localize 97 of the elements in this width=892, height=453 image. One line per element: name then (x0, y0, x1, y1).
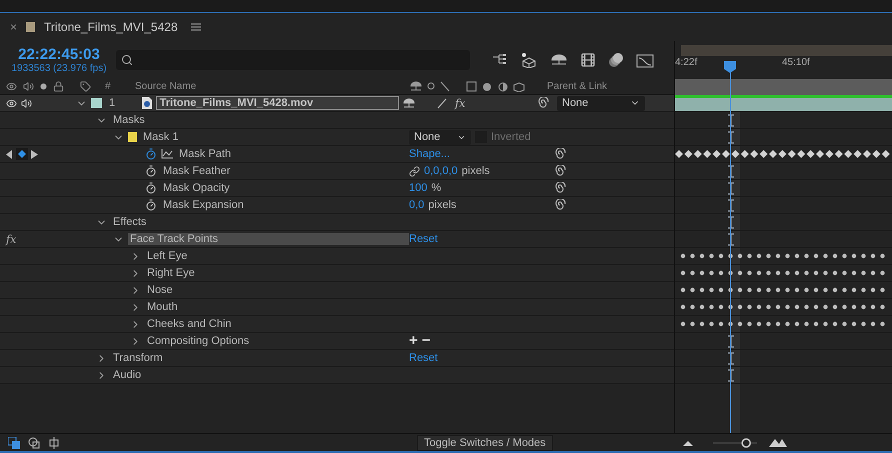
shy-icon[interactable] (550, 53, 568, 67)
property-label[interactable]: Mask Opacity (161, 182, 232, 194)
time-marker-icon (727, 232, 735, 246)
time-marker-icon (727, 198, 735, 212)
stopwatch-icon[interactable] (145, 199, 157, 211)
time-marker-icon (727, 334, 735, 348)
frame-count: 1933563 (23.976 fps) (11, 63, 107, 74)
time-marker-icon (727, 114, 735, 126)
reset-link[interactable]: Reset (409, 233, 438, 245)
label-icon[interactable] (80, 81, 91, 92)
zoom-out-icon[interactable] (683, 440, 693, 446)
layer-color-swatch[interactable] (91, 98, 102, 108)
property-label[interactable]: Right Eye (145, 267, 197, 279)
audio-icon[interactable] (23, 81, 34, 92)
playhead-handle[interactable] (724, 61, 736, 73)
keyframe-diamond-icon[interactable] (16, 148, 28, 160)
lock-icon[interactable] (53, 81, 64, 92)
effects-switch-icon[interactable]: fx (455, 96, 466, 110)
pick-whip-icon[interactable] (554, 182, 566, 194)
time-marker-icon (727, 216, 735, 228)
close-icon[interactable]: × (10, 20, 18, 34)
solo-icon[interactable] (40, 83, 47, 90)
property-value[interactable]: 100 (409, 182, 428, 194)
time-marker-icon (727, 182, 735, 194)
property-label[interactable]: Transform (111, 352, 165, 364)
layer-number: 1 (109, 97, 116, 109)
property-value[interactable]: Shape... (409, 148, 450, 160)
expand-icon[interactable] (48, 436, 60, 448)
time-marker-icon (727, 164, 735, 178)
property-label[interactable]: Left Eye (145, 250, 190, 262)
graph-icon[interactable] (161, 149, 173, 159)
film-icon[interactable] (580, 52, 596, 68)
video-visibility-icon[interactable] (6, 81, 17, 92)
property-label[interactable]: Nose (145, 284, 175, 296)
shy-switch-icon[interactable] (403, 98, 415, 108)
previous-keyframe-icon[interactable] (6, 150, 13, 158)
graph-editor-icon[interactable] (636, 52, 654, 68)
toggle-switches-modes-button[interactable]: Toggle Switches / Modes (417, 434, 553, 450)
parent-link-column-header[interactable]: Parent & Link (547, 81, 608, 92)
parent-dropdown[interactable]: None (557, 96, 645, 110)
remove-button[interactable]: − (422, 335, 431, 347)
property-label[interactable]: Mouth (145, 301, 180, 313)
property-label[interactable]: Compositing Options (145, 335, 252, 347)
cube-icon[interactable] (520, 52, 538, 68)
layer-name-field[interactable]: Tritone_Films_MVI_5428.mov (156, 96, 399, 110)
pick-whip-icon[interactable] (537, 97, 549, 109)
time-marker-icon (727, 352, 735, 364)
unit-label: pixels (462, 165, 490, 177)
effect-icon: fx (6, 232, 16, 246)
overlap-icon[interactable] (28, 436, 40, 448)
property-value[interactable]: 0,0,0,0 (424, 165, 458, 177)
eye-icon[interactable] (6, 98, 17, 108)
unit-label: pixels (428, 199, 456, 211)
search-field[interactable] (116, 50, 470, 70)
motion-blur-icon[interactable] (608, 52, 624, 68)
property-label[interactable]: Mask Feather (161, 165, 232, 177)
source-name-column-header[interactable]: Source Name (135, 81, 196, 92)
footage-file-icon (142, 97, 152, 109)
time-marker-icon (727, 130, 735, 144)
property-label[interactable]: Effects (111, 216, 148, 228)
pick-whip-icon[interactable] (554, 199, 566, 211)
number-column-header[interactable]: # (105, 81, 111, 92)
inverted-label: Inverted (491, 131, 531, 143)
ruler-time-label: 45:10f (782, 57, 810, 68)
property-label[interactable]: Cheeks and Chin (145, 318, 234, 330)
quality-switch-icon[interactable] (437, 98, 447, 108)
ruler-time-label: 4:22f (675, 57, 698, 68)
pick-whip-icon[interactable] (554, 148, 566, 160)
link-icon[interactable] (409, 166, 420, 176)
unit-label: % (431, 182, 442, 194)
hierarchy-icon[interactable] (492, 53, 508, 67)
add-button[interactable]: + (409, 335, 418, 347)
reset-link[interactable]: Reset (409, 352, 438, 364)
current-timecode[interactable]: 22:22:45:03 (18, 46, 100, 63)
stopwatch-icon[interactable] (145, 148, 157, 160)
layers-icon[interactable] (8, 436, 20, 448)
next-keyframe-icon[interactable] (31, 150, 38, 158)
stopwatch-icon[interactable] (145, 165, 157, 177)
property-label[interactable]: Face Track Points (128, 233, 409, 245)
panel-title[interactable]: Tritone_Films_MVI_5428 (44, 20, 178, 34)
stopwatch-icon[interactable] (145, 182, 157, 194)
mask-color-swatch[interactable] (128, 132, 137, 142)
property-label[interactable]: Audio (111, 369, 144, 381)
property-label[interactable]: Mask Expansion (161, 199, 246, 211)
property-value[interactable]: 0,0 (409, 199, 424, 211)
menu-icon[interactable] (190, 23, 201, 31)
property-label[interactable]: Mask 1 (141, 131, 180, 143)
pick-whip-icon[interactable] (554, 165, 566, 177)
speaker-icon[interactable] (21, 98, 32, 108)
layer-duration-bar[interactable] (675, 95, 892, 112)
zoom-in-icon[interactable] (769, 438, 787, 447)
property-label[interactable]: Mask Path (177, 148, 233, 160)
mask-mode-dropdown[interactable]: None (409, 130, 471, 144)
search-icon (121, 54, 133, 66)
zoom-slider[interactable] (711, 436, 759, 448)
property-label[interactable]: Masks (111, 114, 147, 126)
time-marker-icon (727, 368, 735, 382)
